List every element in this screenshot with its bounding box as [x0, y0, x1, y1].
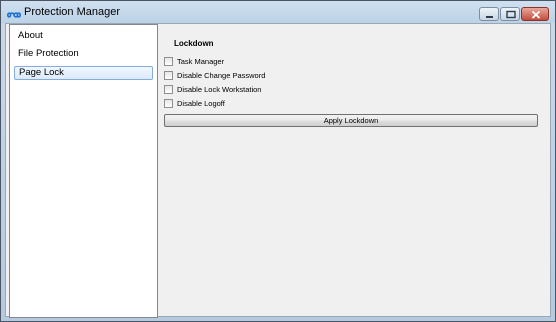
sidebar-item-page-lock[interactable]: Page Lock: [14, 66, 153, 80]
sidebar-item-file-protection[interactable]: File Protection: [14, 47, 153, 61]
option-label: Task Manager: [177, 56, 225, 66]
title-bar[interactable]: Protection Manager: [1, 1, 555, 23]
app-window: Protection Manager About File Protection…: [0, 0, 556, 322]
close-icon: [531, 10, 541, 19]
option-label: Disable Logoff: [177, 98, 225, 108]
disable-change-password-checkbox[interactable]: [164, 70, 173, 80]
window-title: Protection Manager: [24, 6, 120, 18]
client-area: About File Protection Page Lock Lockdown…: [5, 23, 551, 318]
option-disable-change-password[interactable]: Disable Change Password: [164, 69, 265, 81]
close-button[interactable]: [521, 7, 549, 21]
option-disable-logoff[interactable]: Disable Logoff: [164, 97, 225, 109]
option-label: Disable Change Password: [177, 70, 266, 80]
disable-lock-workstation-checkbox[interactable]: [164, 84, 173, 94]
option-label: Disable Lock Workstation: [177, 84, 262, 94]
option-disable-lock-workstation[interactable]: Disable Lock Workstation: [164, 83, 261, 95]
sidebar-item-about[interactable]: About: [14, 29, 153, 43]
apply-lockdown-button[interactable]: Apply Lockdown: [164, 114, 538, 127]
section-heading: Lockdown: [174, 39, 214, 48]
infinity-logo-icon: [6, 7, 22, 18]
maximize-icon: [506, 10, 516, 19]
lockdown-panel: Lockdown Task Manager Disable Change Pas…: [158, 24, 550, 316]
maximize-button[interactable]: [500, 7, 520, 21]
disable-logoff-checkbox[interactable]: [164, 98, 173, 108]
minimize-icon: [486, 16, 493, 18]
navigation-list: About File Protection Page Lock: [9, 24, 158, 318]
option-task-manager[interactable]: Task Manager: [164, 55, 224, 67]
task-manager-checkbox[interactable]: [164, 56, 173, 66]
minimize-button[interactable]: [479, 7, 499, 21]
